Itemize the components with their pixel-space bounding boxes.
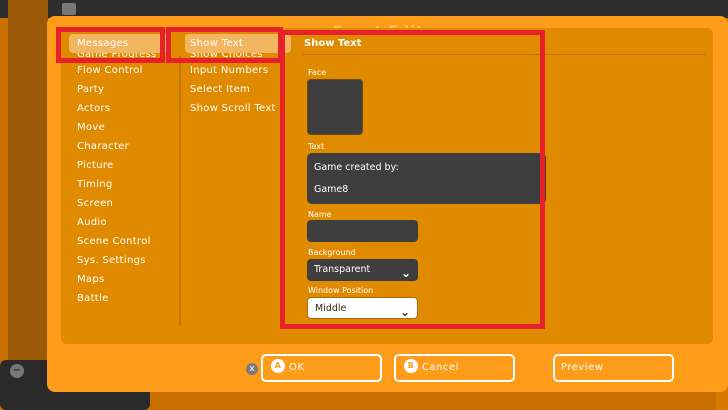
- preview-label: Preview: [561, 362, 604, 373]
- category-scene-control[interactable]: Scene Control: [69, 232, 167, 251]
- command-show-scroll-text[interactable]: Show Scroll Text: [185, 99, 291, 118]
- cancel-label: Cancel: [422, 362, 459, 373]
- column-divider: [179, 56, 181, 326]
- b-button-icon: B: [404, 359, 418, 373]
- cancel-button[interactable]: B Cancel: [394, 354, 515, 382]
- ok-label: OK: [289, 362, 305, 373]
- preview-button[interactable]: Preview: [553, 354, 674, 382]
- command-select-item[interactable]: Select Item: [185, 80, 291, 99]
- grid-icon: [62, 3, 76, 15]
- ok-button[interactable]: A OK: [261, 354, 382, 382]
- highlight-settings-panel: [280, 30, 545, 329]
- highlight-show-text: [166, 27, 283, 63]
- background-panel: [8, 0, 48, 410]
- category-timing[interactable]: Timing: [69, 175, 167, 194]
- category-list: Messages Game Progress Flow Control Part…: [69, 34, 167, 308]
- highlight-messages: [56, 27, 165, 63]
- category-maps[interactable]: Maps: [69, 270, 167, 289]
- category-picture[interactable]: Picture: [69, 156, 167, 175]
- category-character[interactable]: Character: [69, 137, 167, 156]
- a-button-icon: A: [271, 359, 285, 373]
- minus-icon[interactable]: −: [10, 364, 24, 378]
- category-flow-control[interactable]: Flow Control: [69, 61, 167, 80]
- category-sys-settings[interactable]: Sys. Settings: [69, 251, 167, 270]
- category-battle[interactable]: Battle: [69, 289, 167, 308]
- x-button-hint-icon: X: [246, 363, 258, 375]
- category-move[interactable]: Move: [69, 118, 167, 137]
- command-input-numbers[interactable]: Input Numbers: [185, 61, 291, 80]
- category-screen[interactable]: Screen: [69, 194, 167, 213]
- category-audio[interactable]: Audio: [69, 213, 167, 232]
- category-party[interactable]: Party: [69, 80, 167, 99]
- category-actors[interactable]: Actors: [69, 99, 167, 118]
